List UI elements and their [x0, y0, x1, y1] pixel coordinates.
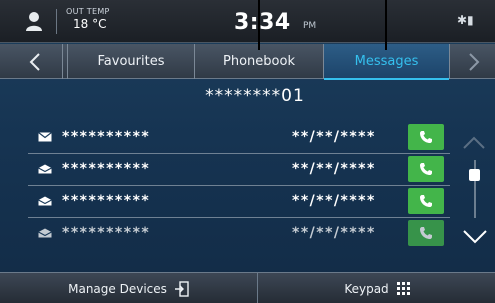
envelope-open-icon	[38, 164, 52, 174]
outside-temp-value: 18 °C	[73, 17, 107, 31]
tab-favourites[interactable]: Favourites	[67, 44, 194, 79]
status-divider	[56, 9, 57, 34]
call-button[interactable]	[408, 220, 444, 246]
scroll-up-icon[interactable]	[462, 134, 486, 152]
phone-handset-icon	[420, 131, 432, 143]
keypad-label: Keypad	[344, 281, 389, 296]
callout-line-phonebook	[258, 0, 260, 50]
next-tab-button[interactable]	[452, 44, 495, 79]
message-row[interactable]: ********** **/**/****	[28, 154, 450, 186]
outside-temp-label: OUT TEMP	[66, 7, 110, 16]
message-date: **/**/****	[292, 129, 376, 145]
bottom-action-bar: Manage Devices Keypad	[0, 272, 495, 303]
call-button[interactable]	[408, 124, 444, 150]
keypad-grid-icon	[396, 282, 410, 295]
phone-handset-icon	[420, 195, 432, 207]
manage-devices-label: Manage Devices	[68, 281, 167, 296]
clock-ampm: PM	[303, 21, 317, 31]
status-bar: OUT TEMP 18 °C 3:34 PM ✱▮	[0, 0, 495, 43]
call-button[interactable]	[408, 156, 444, 182]
manage-devices-button[interactable]: Manage Devices	[0, 273, 258, 303]
device-connect-icon	[174, 280, 189, 297]
phone-handset-icon	[420, 227, 432, 239]
envelope-open-icon	[38, 228, 52, 238]
message-date: **/**/****	[292, 225, 376, 241]
clock-time: 3:34	[234, 10, 291, 35]
message-date: **/**/****	[292, 193, 376, 209]
envelope-closed-icon	[38, 132, 52, 142]
chevron-left-icon	[29, 52, 40, 71]
phone-handset-icon	[420, 163, 432, 175]
chevron-right-icon	[468, 52, 479, 71]
message-sender: **********	[62, 161, 151, 177]
message-sender: **********	[62, 225, 151, 241]
scroll-down-icon[interactable]	[462, 226, 488, 246]
message-row[interactable]: ********** **/**/****	[28, 186, 450, 218]
message-row[interactable]: ********** **/**/****	[28, 122, 450, 154]
envelope-open-icon	[38, 196, 52, 206]
phone-messages-screen: OUT TEMP 18 °C 3:34 PM ✱▮ Favourites Pho…	[0, 0, 495, 303]
callout-line-messages	[385, 0, 387, 50]
keypad-button[interactable]: Keypad	[259, 273, 495, 303]
contact-number-title: ********01	[205, 86, 305, 106]
phone-tab-bar: Favourites Phonebook Messages	[0, 44, 495, 80]
message-row[interactable]: ********** **/**/****	[28, 218, 450, 250]
scrollbar-thumb[interactable]	[469, 169, 480, 181]
call-button[interactable]	[408, 188, 444, 214]
message-sender: **********	[62, 193, 151, 209]
message-sender: **********	[62, 129, 151, 145]
back-button[interactable]	[8, 44, 63, 79]
user-profile-icon[interactable]	[26, 11, 42, 31]
message-date: **/**/****	[292, 161, 376, 177]
bluetooth-signal-icon: ✱▮	[457, 13, 474, 27]
